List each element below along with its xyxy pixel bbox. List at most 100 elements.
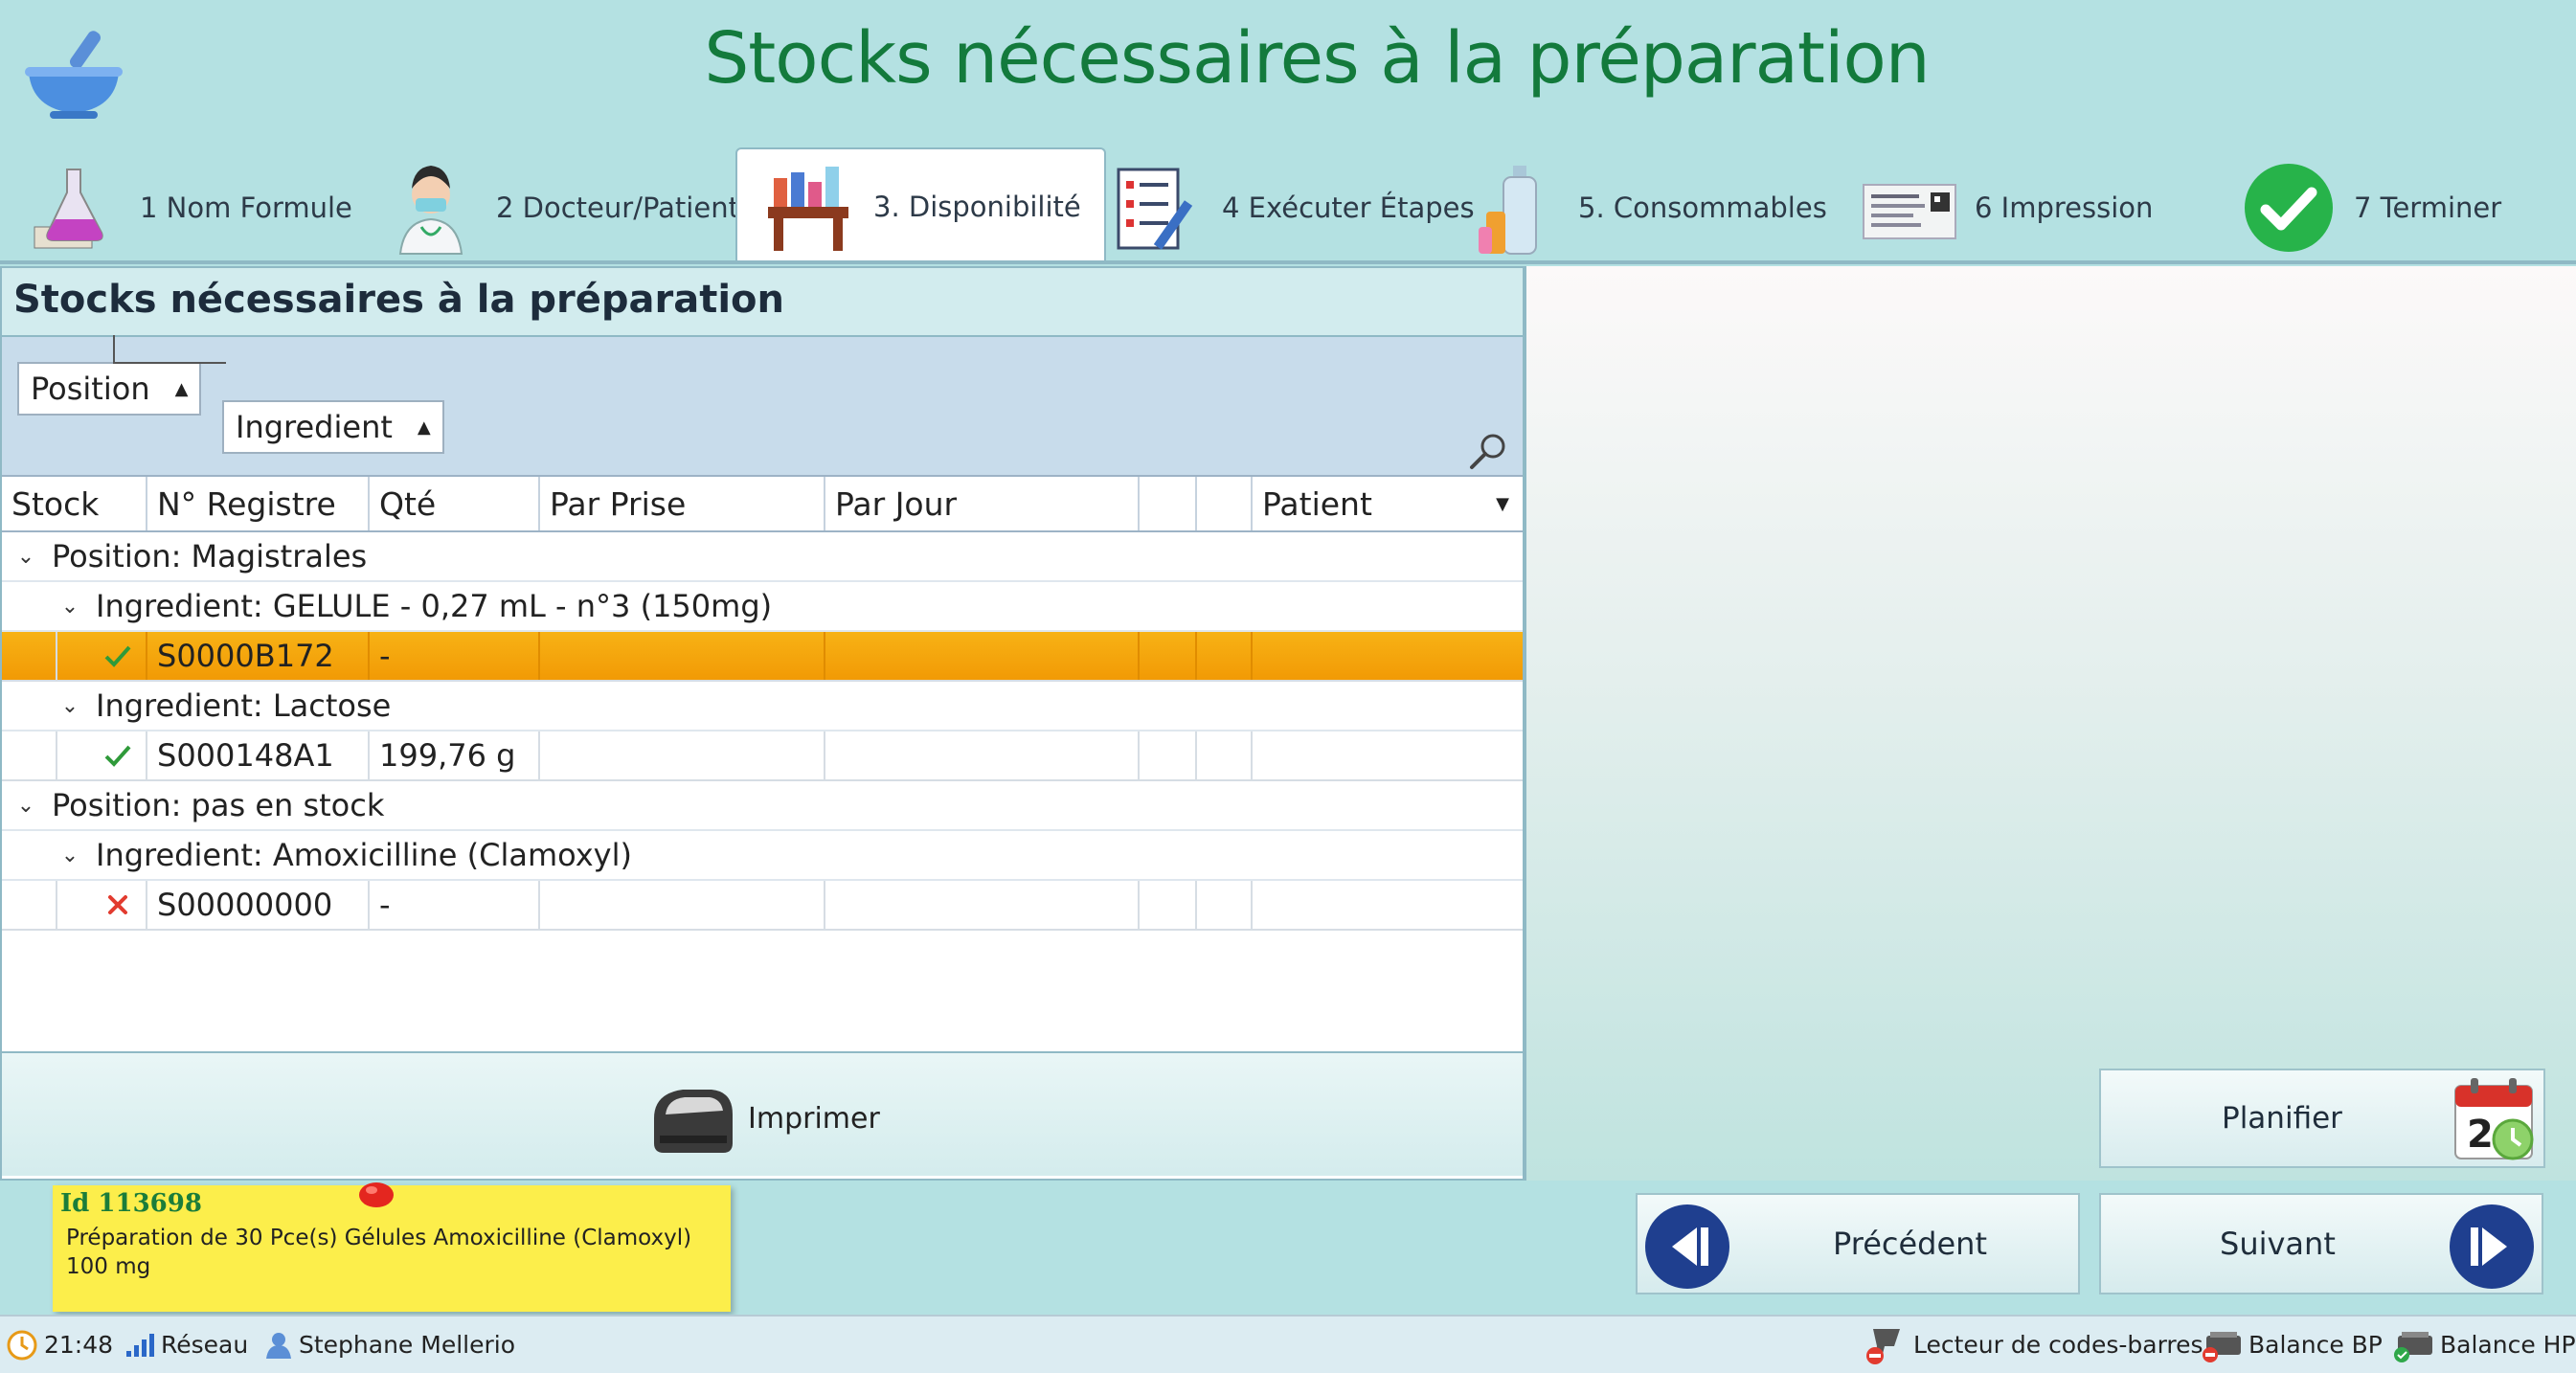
- sort-asc-icon: ▲: [174, 378, 189, 399]
- group-by-area: Position ▲ Ingredient ▲: [2, 337, 1523, 477]
- tab-label: 7 Terminer: [2354, 191, 2502, 224]
- group-chip-ingredient[interactable]: Ingredient ▲: [222, 400, 444, 454]
- cell-par-jour: [825, 881, 1140, 929]
- print-bar: Imprimer: [2, 1051, 1523, 1176]
- chevron-down-icon[interactable]: ⌄: [13, 794, 38, 818]
- column-header-qte[interactable]: Qté: [370, 477, 540, 530]
- scale-error-icon: [2203, 1331, 2241, 1362]
- group-row-position[interactable]: ⌄ Position: Magistrales: [2, 532, 1523, 582]
- cell-registre: S000148A1: [147, 732, 370, 779]
- group-chip-label: Position: [31, 371, 150, 407]
- previous-label: Précédent: [1833, 1226, 1987, 1262]
- status-balance-bp[interactable]: Balance BP: [2201, 1317, 2383, 1373]
- cell-blank: [1140, 881, 1197, 929]
- cell-blank: [1197, 732, 1253, 779]
- barcode-label: Lecteur de codes-barres: [1913, 1331, 2203, 1359]
- cell-par-jour: [825, 632, 1140, 680]
- tab-disponibilite[interactable]: 3. Disponibilité: [735, 147, 1106, 264]
- cell-par-prise: [540, 632, 825, 680]
- status-ok-icon: [90, 632, 147, 680]
- group-row-ingredient[interactable]: ⌄ Ingredient: GELULE - 0,27 mL - n°3 (15…: [2, 582, 1523, 632]
- group-label: Ingredient: Lactose: [96, 687, 392, 724]
- tab-consommables[interactable]: 5. Consommables: [1465, 155, 1827, 260]
- balance-hp-label: Balance HP: [2440, 1331, 2576, 1359]
- status-balance-hp[interactable]: Balance HP: [2392, 1317, 2576, 1373]
- status-network[interactable]: Réseau: [124, 1317, 248, 1373]
- indent-divider: [46, 881, 57, 929]
- panel-header: Stocks nécessaires à la préparation: [2, 268, 1523, 337]
- check-circle-icon: [2245, 164, 2333, 252]
- tab-label: 3. Disponibilité: [873, 191, 1081, 223]
- cell-patient: [1253, 732, 1523, 779]
- column-header-par-prise[interactable]: Par Prise: [540, 477, 825, 530]
- group-chip-position[interactable]: Position ▲: [17, 362, 202, 416]
- cell-qte: -: [370, 881, 540, 929]
- status-missing-icon: [90, 881, 147, 929]
- chevron-down-icon[interactable]: ⌄: [57, 595, 82, 619]
- bottles-icon: [1479, 166, 1537, 255]
- checklist-pen-icon: [1117, 168, 1193, 250]
- column-header-stock[interactable]: Stock: [2, 477, 147, 530]
- table-row[interactable]: S0000B172 -: [2, 632, 1523, 682]
- table-row[interactable]: S000148A1 199,76 g: [2, 732, 1523, 781]
- column-header-blank-1[interactable]: [1140, 477, 1197, 530]
- tab-impression[interactable]: 6 Impression: [1862, 155, 2153, 260]
- cell-qte: -: [370, 632, 540, 680]
- calendar-clock-icon: 2: [2454, 1078, 2534, 1160]
- group-label: Position: pas en stock: [52, 787, 385, 823]
- cell-par-prise: [540, 732, 825, 779]
- status-time: 21:48: [6, 1317, 113, 1373]
- tab-executer-etapes[interactable]: 4 Exécuter Étapes: [1109, 155, 1475, 260]
- stocks-grid-panel: Stocks nécessaires à la préparation Posi…: [0, 266, 1525, 1181]
- column-header-par-jour[interactable]: Par Jour: [825, 477, 1140, 530]
- group-row-ingredient[interactable]: ⌄ Ingredient: Lactose: [2, 682, 1523, 732]
- chevron-down-icon[interactable]: ⌄: [13, 545, 38, 569]
- column-header-label: Patient: [1262, 484, 1372, 523]
- user-icon: [266, 1332, 291, 1359]
- tab-divider: [0, 260, 2576, 264]
- chevron-down-icon[interactable]: ⌄: [57, 694, 82, 718]
- column-header-registre[interactable]: N° Registre: [147, 477, 370, 530]
- time-label: 21:48: [44, 1331, 114, 1359]
- barcode-scanner-icon: [1866, 1328, 1900, 1364]
- chevron-down-icon[interactable]: ⌄: [57, 844, 82, 867]
- next-button[interactable]: Suivant: [2099, 1193, 2543, 1294]
- group-connector: [113, 335, 226, 364]
- cell-registre: S0000B172: [147, 632, 370, 680]
- cell-registre: S00000000: [147, 881, 370, 929]
- status-ok-icon: [90, 732, 147, 779]
- status-user[interactable]: Stephane Mellerio: [264, 1317, 515, 1373]
- dropdown-arrow-icon[interactable]: ▼: [1496, 494, 1509, 514]
- search-icon[interactable]: [1467, 431, 1509, 473]
- cell-patient: [1253, 881, 1523, 929]
- skip-forward-icon: [2450, 1204, 2534, 1289]
- network-label: Réseau: [161, 1331, 249, 1359]
- column-header-patient[interactable]: Patient ▼: [1253, 477, 1523, 530]
- detail-panel: [1525, 266, 2576, 1181]
- skip-back-icon: [1645, 1204, 1729, 1289]
- flask-book-icon: [34, 169, 103, 249]
- group-label: Position: Magistrales: [52, 538, 368, 574]
- shelf-bottles-icon: [768, 167, 848, 251]
- column-header-blank-2[interactable]: [1197, 477, 1253, 530]
- planifier-button[interactable]: Planifier 2: [2099, 1069, 2545, 1168]
- print-button[interactable]: Imprimer: [648, 1080, 880, 1157]
- cell-qte: 199,76 g: [370, 732, 540, 779]
- tab-docteur-patient[interactable]: 2 Docteur/Patient: [383, 155, 739, 260]
- group-row-ingredient[interactable]: ⌄ Ingredient: Amoxicilline (Clamoxyl): [2, 831, 1523, 881]
- group-chip-label: Ingredient: [236, 409, 393, 445]
- cell-blank: [1197, 881, 1253, 929]
- label-printer-icon: [654, 1090, 733, 1153]
- previous-button[interactable]: Précédent: [1636, 1193, 2080, 1294]
- table-row[interactable]: S00000000 -: [2, 881, 1523, 931]
- tab-terminer[interactable]: 7 Terminer: [2241, 155, 2501, 260]
- tab-label: 2 Docteur/Patient: [496, 191, 739, 224]
- preparation-note: Id 113698 Préparation de 30 Pce(s) Gélul…: [53, 1182, 731, 1312]
- indent-divider: [46, 632, 57, 680]
- group-row-position[interactable]: ⌄ Position: pas en stock: [2, 781, 1523, 831]
- cell-patient: [1253, 632, 1523, 680]
- tab-label: 4 Exécuter Étapes: [1222, 191, 1475, 224]
- tab-nom-formule[interactable]: 1 Nom Formule: [27, 155, 352, 260]
- column-header-row: Stock N° Registre Qté Par Prise Par Jour…: [2, 477, 1523, 532]
- status-barcode[interactable]: Lecteur de codes-barres: [1864, 1317, 2203, 1373]
